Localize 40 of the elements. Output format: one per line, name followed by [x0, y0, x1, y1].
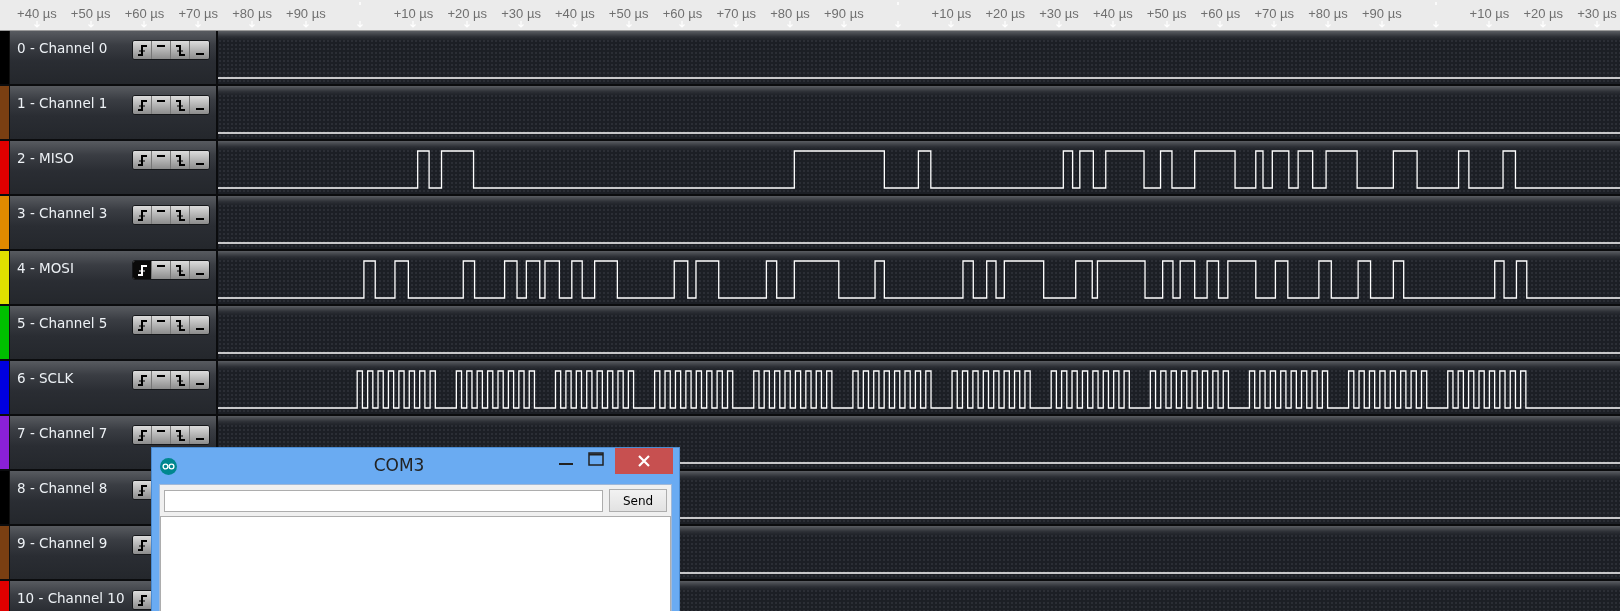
time-label: +40 µs: [555, 6, 595, 21]
channel-name: 8 - Channel 8: [17, 479, 108, 496]
time-label: +80 µs: [770, 6, 810, 21]
time-label: +40 µs: [1093, 6, 1133, 21]
time-label: +20 µs: [1523, 6, 1564, 21]
channel-name: 3 - Channel 3: [17, 204, 108, 221]
channel-name: 6 - SCLK: [17, 369, 74, 386]
time-label: +60 µs: [1200, 6, 1241, 21]
time-label: +70 µs: [178, 6, 219, 21]
time-label: +80 µs: [232, 6, 272, 21]
time-label: +90 µs: [1362, 6, 1402, 21]
time-label: +20 µs: [447, 6, 488, 21]
channel-name: 7 - Channel 7: [17, 424, 108, 441]
channel-name: 5 - Channel 5: [17, 314, 108, 331]
time-label: +50 µs: [70, 6, 111, 21]
time-label: +30 µs: [1577, 6, 1617, 21]
time-label: +50 µs: [1146, 6, 1187, 21]
time-label: +70 µs: [1254, 6, 1295, 21]
time-label: +60 µs: [124, 6, 165, 21]
time-label: +40 µs: [17, 6, 57, 21]
time-label: +60 µs: [662, 6, 703, 21]
time-label: +10 µs: [931, 6, 972, 21]
window-title: COM3: [373, 455, 425, 475]
time-label: +30 µs: [1039, 6, 1079, 21]
time-label: +90 µs: [286, 6, 326, 21]
channel-name: 1 - Channel 1: [17, 94, 108, 111]
send-button[interactable]: Send: [609, 489, 667, 512]
time-label: +50 µs: [608, 6, 649, 21]
time-label: +30 µs: [501, 6, 541, 21]
channel-name: 2 - MISO: [17, 149, 74, 166]
time-label: +20 µs: [985, 6, 1026, 21]
channel-name: 9 - Channel 9: [17, 534, 108, 551]
time-label: +80 µs: [1308, 6, 1348, 21]
time-label: +90 µs: [824, 6, 864, 21]
time-label: +70 µs: [716, 6, 757, 21]
channel-name: 0 - Channel 0: [17, 39, 108, 56]
time-label: +10 µs: [393, 6, 434, 21]
time-label: +10 µs: [1469, 6, 1510, 21]
channel-name: 4 - MOSI: [17, 259, 74, 276]
channel-name: 10 - Channel 10: [17, 589, 125, 606]
